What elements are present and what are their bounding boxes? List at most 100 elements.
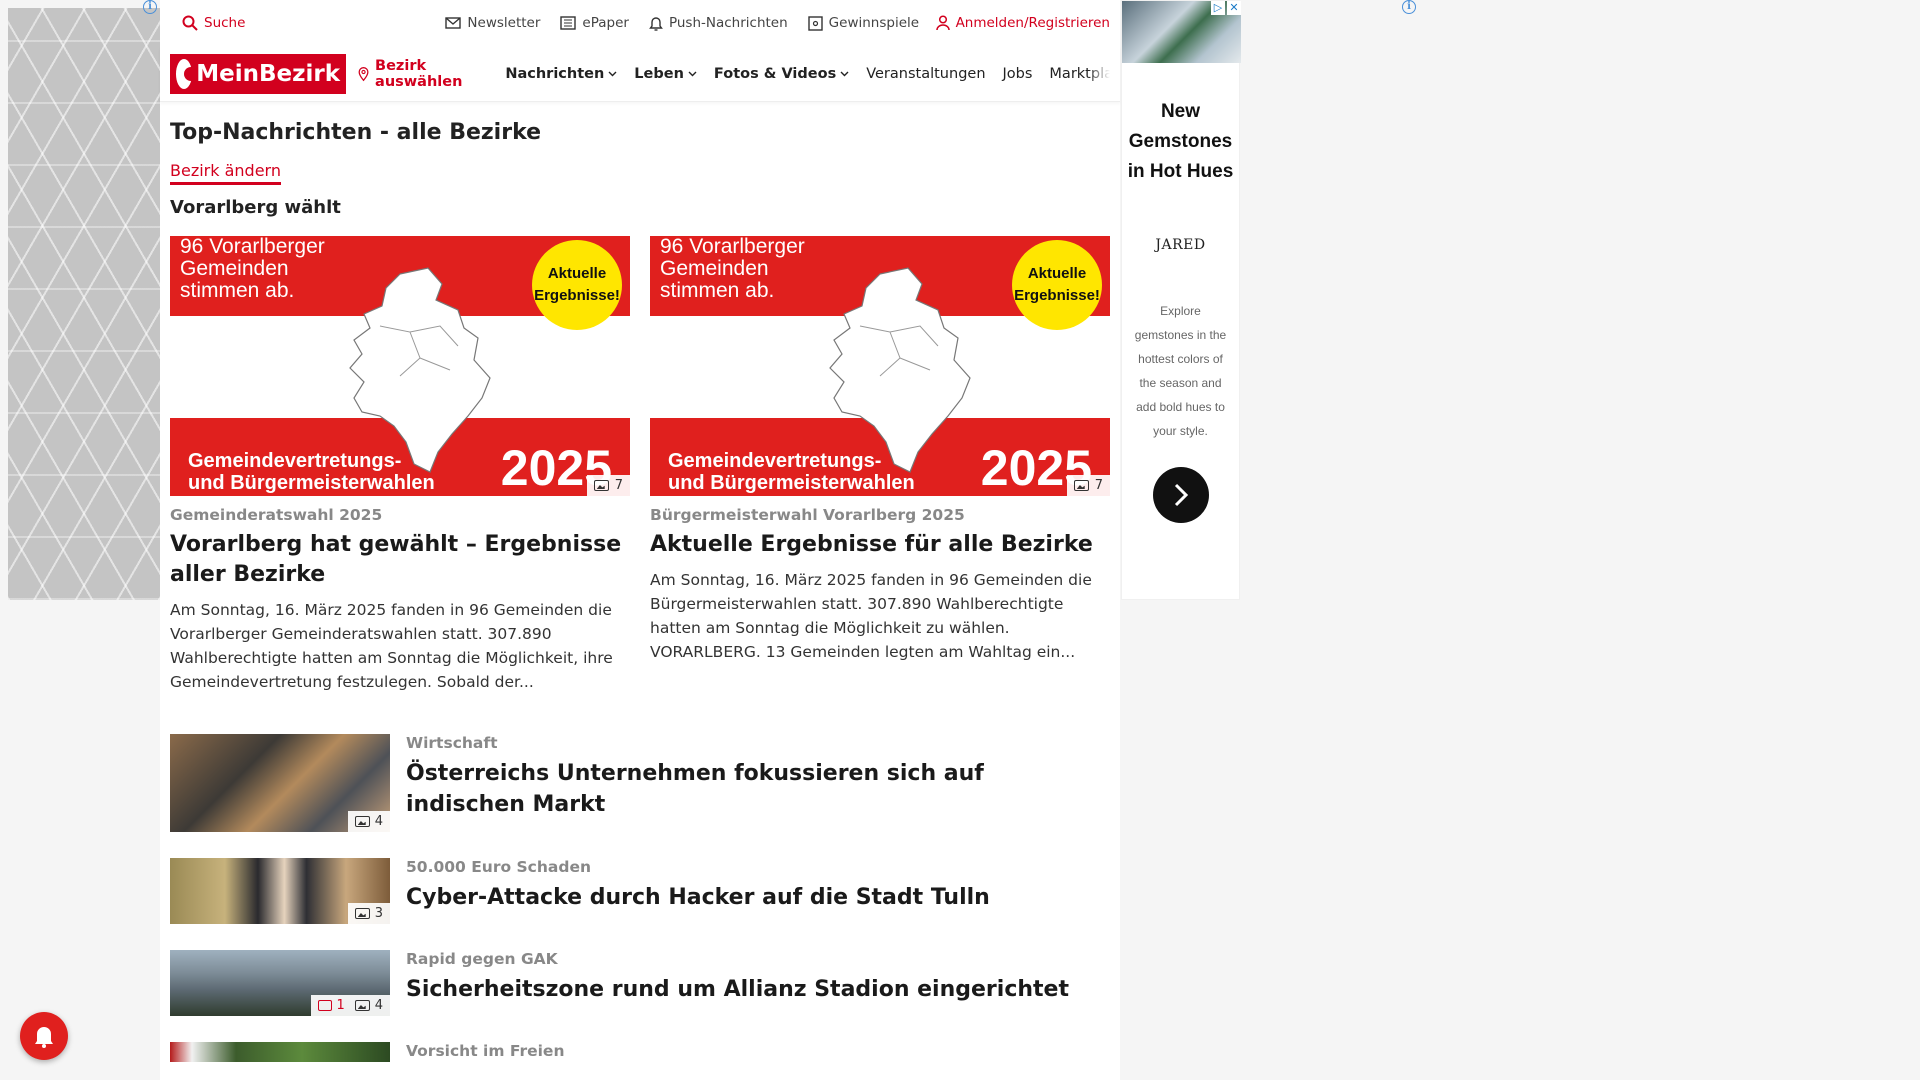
promo-text-line: 96 Vorarlberger	[660, 236, 805, 258]
comment-count: 1	[336, 998, 345, 1013]
epaper-link[interactable]: ePaper	[560, 15, 629, 31]
login-link[interactable]: Anmelden/Registrieren	[935, 15, 1110, 31]
comment-icon	[318, 1000, 333, 1011]
gewinnspiele-link[interactable]: Gewinnspiele	[807, 15, 920, 31]
card-title[interactable]: Vorarlberg hat gewählt – Ergebnisse alle…	[170, 530, 630, 590]
article-thumbnail[interactable]	[170, 1042, 390, 1062]
card-image[interactable]: 96 Vorarlberger Gemeinden stimmen ab. Ak…	[170, 236, 630, 496]
article-kicker: 50.000 Euro Schaden	[406, 858, 592, 876]
search-icon	[182, 15, 198, 31]
main-nav: MeinBezirk Bezirk auswählen Nachrichten …	[160, 46, 1120, 102]
section-title: Vorarlberg wählt	[170, 197, 341, 218]
push-link[interactable]: Push-Nachrichten	[649, 15, 788, 31]
promo-text-line: stimmen ab.	[180, 279, 295, 302]
ad-brand-logo: JARED	[1155, 237, 1206, 253]
chevron-down-icon	[608, 71, 617, 76]
image-icon	[354, 908, 370, 919]
list-item[interactable]: 1 4 Rapid gegen GAK Sicherheitszone rund…	[170, 950, 1110, 1016]
gewinnspiele-label: Gewinnspiele	[828, 15, 920, 31]
newsletter-link[interactable]: Newsletter	[445, 15, 540, 31]
ad-headline-line: New	[1160, 101, 1201, 122]
comment-count-badge[interactable]: 1	[318, 998, 345, 1013]
search-label: Suche	[204, 15, 246, 31]
bell-icon	[649, 17, 663, 31]
ad-jewelry-image[interactable]: ▷ ✕	[1122, 1, 1241, 63]
article-body: Rapid gegen GAK Sicherheitszone rund um …	[406, 950, 1069, 1016]
change-bezirk-link[interactable]: Bezirk ändern	[170, 161, 281, 185]
ad-info-icon[interactable]: i	[1402, 0, 1416, 14]
article-thumbnail[interactable]: 4	[170, 734, 390, 832]
promo-top-text: 96 Vorarlberger Gemeinden stimmen ab.	[660, 236, 805, 302]
image-count: 4	[374, 998, 383, 1013]
nav-item-nachrichten[interactable]: Nachrichten	[505, 66, 617, 82]
article-body: Vorsicht im Freien	[406, 1042, 564, 1062]
list-item[interactable]: 3 50.000 Euro Schaden Cyber-Attacke durc…	[170, 858, 1110, 924]
bell-icon	[35, 1027, 53, 1048]
article-title[interactable]: Österreichs Unternehmen fokussieren sich…	[406, 758, 1110, 820]
article-list: 4 Wirtschaft Österreichs Unternehmen fok…	[170, 734, 1110, 1062]
ad-headline: New Gemstones in Hot Hues	[1122, 97, 1239, 187]
ad-body-text: Explore gemstones in the hottest colors …	[1134, 304, 1227, 438]
image-icon	[593, 480, 609, 491]
promo-text-line: und Bürgermeisterwahlen	[188, 472, 435, 494]
list-item[interactable]: 4 Wirtschaft Österreichs Unternehmen fok…	[170, 734, 1110, 832]
article-thumbnail[interactable]: 1 4	[170, 950, 390, 1016]
nav-item-leben[interactable]: Leben	[634, 66, 697, 82]
promo-bottom-text: Gemeindevertretungs- und Bürgermeisterwa…	[668, 450, 915, 494]
epaper-label: ePaper	[582, 15, 629, 31]
image-count-badge: 4	[347, 811, 390, 832]
site-logo[interactable]: MeinBezirk	[170, 53, 346, 94]
top-card[interactable]: 96 Vorarlberger Gemeinden stimmen ab. Ak…	[650, 236, 1110, 694]
promo-text-line: Gemeindevertretungs-	[188, 450, 402, 472]
vorarlberg-map-icon	[829, 267, 971, 473]
user-icon	[935, 15, 950, 31]
ad-info-icon[interactable]: i	[143, 0, 157, 14]
ad-close-icon[interactable]: ✕	[1227, 1, 1241, 15]
image-icon	[354, 816, 370, 827]
vorarlberg-map-icon	[349, 267, 491, 473]
ad-headline-line: Gemstones	[1128, 131, 1233, 152]
nav-item-veranstaltungen[interactable]: Veranstaltungen	[866, 66, 985, 82]
nav-item-marktplatz[interactable]: Marktplatz	[1049, 65, 1110, 82]
nav-item-fotos-videos[interactable]: Fotos & Videos	[714, 66, 849, 82]
search-button[interactable]: Suche	[182, 15, 245, 31]
utility-links: Newsletter ePaper Push-Nachrichten Gewin…	[445, 15, 919, 31]
top-card[interactable]: 96 Vorarlberger Gemeinden stimmen ab. Ak…	[170, 236, 630, 694]
ad-choices-icon[interactable]: ▷	[1211, 1, 1225, 15]
right-ad[interactable]: ▷ ✕ New Gemstones in Hot Hues JARED Expl…	[1121, 0, 1241, 600]
card-title[interactable]: Aktuelle Ergebnisse für alle Bezirke	[650, 530, 1110, 560]
promo-text-line: 96 Vorarlberger	[180, 236, 325, 258]
ad-cta-button[interactable]	[1152, 467, 1209, 523]
nav-item-label: Marktplatz	[1049, 65, 1110, 82]
bezirk-select-label: Bezirk auswählen	[375, 57, 463, 90]
article-title[interactable]: Cyber-Attacke durch Hacker auf die Stadt…	[406, 882, 990, 913]
image-count: 3	[374, 906, 383, 921]
logo-text: MeinBezirk	[196, 60, 340, 87]
article-title[interactable]: Sicherheitszone rund um Allianz Stadion …	[406, 974, 1069, 1005]
promo-bottom-text: Gemeindevertretungs- und Bürgermeisterwa…	[188, 450, 435, 494]
results-badge: Aktuelle Ergebnisse!	[532, 240, 622, 330]
bezirk-select-button[interactable]: Bezirk auswählen	[358, 58, 488, 90]
nav-item-label: Fotos & Videos	[713, 65, 837, 82]
list-item[interactable]: Vorsicht im Freien	[170, 1042, 1110, 1062]
article-body: Wirtschaft Österreichs Unternehmen fokus…	[406, 734, 1110, 832]
chevron-down-icon	[688, 71, 697, 76]
location-pin-icon	[358, 66, 369, 81]
card-image[interactable]: 96 Vorarlberger Gemeinden stimmen ab. Ak…	[650, 236, 1110, 496]
logo-sun-icon	[176, 58, 199, 89]
left-ad-skin[interactable]	[8, 8, 160, 600]
nav-item-label: Leben	[634, 65, 684, 82]
image-icon	[1073, 480, 1089, 491]
nav-item-jobs[interactable]: Jobs	[1003, 66, 1033, 82]
article-kicker: Wirtschaft	[406, 734, 498, 752]
card-teaser: Am Sonntag, 16. März 2025 fanden in 96 G…	[650, 571, 1092, 661]
push-notification-button[interactable]	[20, 1012, 68, 1060]
article-thumbnail[interactable]: 3	[170, 858, 390, 924]
article-kicker: Rapid gegen GAK	[406, 950, 558, 968]
login-label: Anmelden/Registrieren	[955, 15, 1110, 31]
promo-text-line: und Bürgermeisterwahlen	[668, 472, 915, 494]
promo-text-line: Gemeinden	[660, 257, 769, 280]
card-kicker: Bürgermeisterwahl Vorarlberg 2025	[650, 506, 965, 524]
badge-text-line: Ergebnisse!	[1014, 287, 1100, 304]
ticket-icon	[807, 15, 823, 31]
